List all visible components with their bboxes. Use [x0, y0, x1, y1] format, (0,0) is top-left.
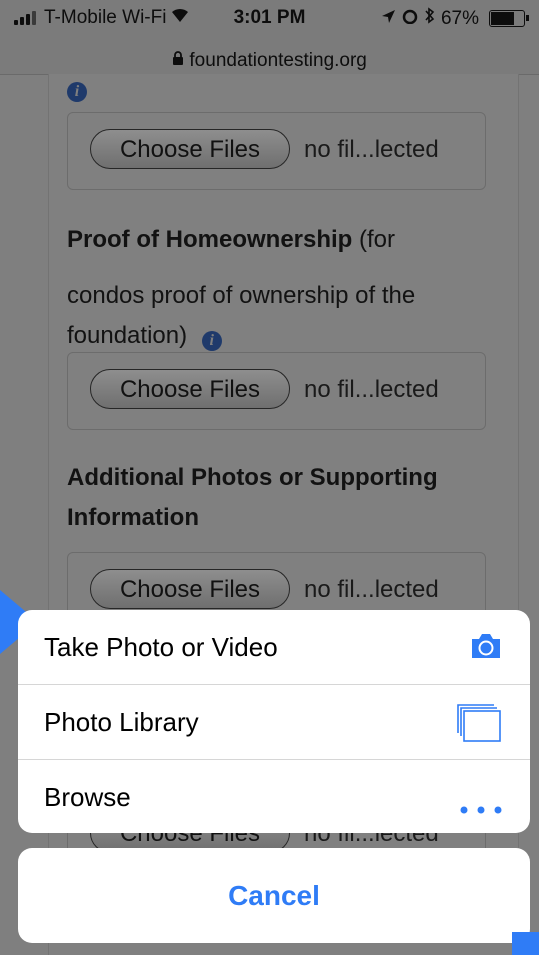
alarm-icon: [402, 8, 418, 30]
file-status: no fil...lected: [304, 576, 439, 603]
photo-library-option[interactable]: Photo Library: [18, 685, 530, 760]
browse-label: Browse: [44, 782, 131, 812]
status-right: 67%: [381, 7, 529, 30]
battery-percent: 67%: [440, 7, 479, 29]
homeownership-label-part3: foundation): [67, 322, 188, 349]
info-icon[interactable]: i: [201, 331, 222, 351]
action-sheet: Take Photo or Video Photo Library Browse: [18, 610, 530, 833]
cancel-button[interactable]: Cancel: [18, 848, 530, 943]
url-domain: foundationtesting.org: [189, 50, 367, 71]
bluetooth-icon: [424, 7, 435, 30]
wifi-icon: [170, 7, 190, 29]
battery-fill: [491, 12, 514, 25]
homeownership-label-line3: foundation) i: [67, 316, 222, 356]
status-time: 3:01 PM: [233, 7, 306, 28]
additional-label-line2: Information: [67, 504, 199, 531]
take-photo-label: Take Photo or Video: [44, 632, 278, 662]
location-icon: [381, 8, 396, 30]
file-status: no fil...lected: [304, 376, 439, 403]
file-field: Choose Files no fil...lected: [67, 112, 486, 190]
lock-icon: [172, 50, 184, 72]
choose-files-button[interactable]: Choose Files: [90, 129, 290, 169]
homeownership-label: Proof of Homeownership (for: [67, 220, 395, 260]
status-left: T-Mobile Wi-Fi: [14, 7, 190, 29]
signal-icon: [14, 11, 36, 25]
battery-icon: [489, 10, 529, 27]
homeownership-label-bold: Proof of Homeownership: [67, 226, 353, 253]
photo-library-icon: [456, 703, 502, 750]
highlight-marker: [512, 932, 539, 955]
photo-library-label: Photo Library: [44, 707, 199, 737]
take-photo-option[interactable]: Take Photo or Video: [18, 610, 530, 685]
carrier-label: T-Mobile Wi-Fi: [44, 7, 167, 28]
additional-label-line1: Additional Photos or Supporting: [67, 464, 438, 491]
status-bar: T-Mobile Wi-Fi 3:01 PM 67%: [0, 0, 539, 34]
file-status: no fil...lected: [304, 136, 439, 163]
file-field: Choose Files no fil...lected: [67, 352, 486, 430]
url-bar[interactable]: foundationtesting.org: [0, 34, 539, 75]
camera-icon: [470, 630, 502, 667]
more-icon: [460, 790, 502, 821]
info-icon[interactable]: i: [67, 82, 87, 102]
choose-files-button[interactable]: Choose Files: [90, 569, 290, 609]
homeownership-label-line2: condos proof of ownership of the: [67, 282, 416, 309]
browse-option[interactable]: Browse: [18, 760, 530, 833]
choose-files-button[interactable]: Choose Files: [90, 369, 290, 409]
homeownership-label-part: (for: [352, 226, 396, 253]
screen: T-Mobile Wi-Fi 3:01 PM 67% foundationtes…: [0, 0, 539, 955]
